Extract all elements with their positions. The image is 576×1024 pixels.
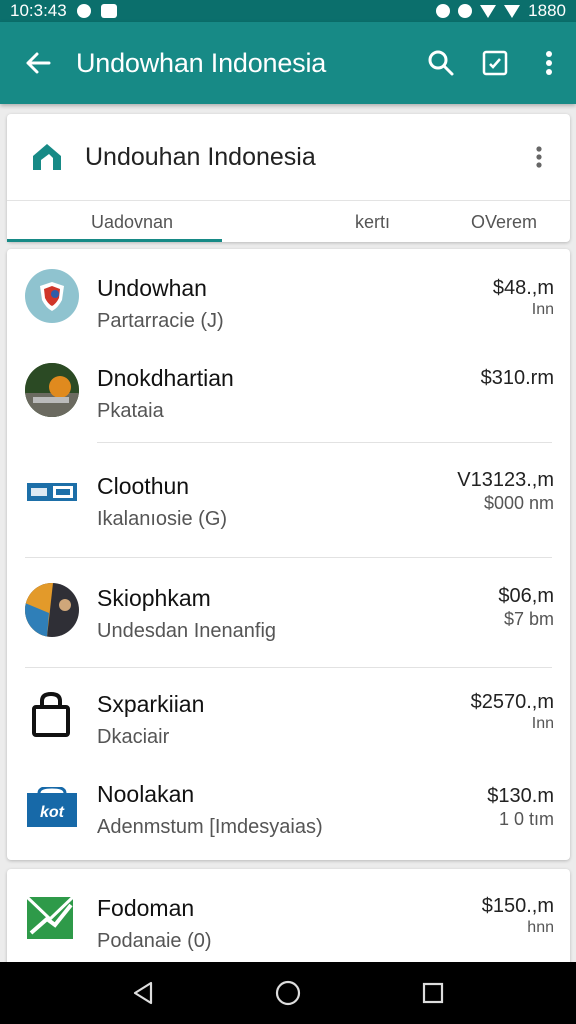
app-title: Undowhan Indonesia: [76, 47, 327, 78]
travel-avatar-icon: [25, 583, 79, 637]
list-item[interactable]: Fodoman Podanaie (0) $150.,m hnn: [7, 891, 570, 971]
bluetooth-icon: [436, 4, 451, 18]
edit-button[interactable]: [468, 22, 522, 104]
shield-avatar-icon: [25, 269, 79, 323]
search-button[interactable]: [414, 22, 468, 104]
more-options-button[interactable]: [522, 22, 576, 104]
shopping-bag-icon: [25, 689, 79, 743]
status-time: 10:3:43: [10, 1, 67, 20]
alarm-icon: [458, 4, 473, 18]
item-title: Sxparkiian: [97, 691, 205, 717]
item-title: Noolakan: [97, 781, 195, 807]
search-icon: [428, 50, 454, 76]
item-amount: $310.rm: [480, 367, 554, 389]
item-amount: $130.m: [487, 785, 554, 807]
item-title: Fodoman: [97, 895, 195, 921]
item-title: Dnokdhartian: [97, 365, 234, 391]
item-amount: $48.,m: [492, 277, 554, 299]
system-nav-bar: [0, 962, 576, 1024]
item-amount: $06,m: [498, 585, 554, 607]
brand-logo-icon: kot: [25, 787, 79, 841]
check-mail-icon: [25, 893, 75, 943]
back-button[interactable]: [0, 22, 76, 104]
item-subtitle: Undesdan Inenanfig: [97, 620, 277, 642]
item-amount-sub: Inn: [531, 715, 554, 732]
list-item[interactable]: kot Noolakan Adenmstum [Imdesyaias) $130…: [7, 779, 570, 859]
tab-1[interactable]: Uadovnan: [91, 201, 173, 243]
battery-level: 1880: [528, 1, 566, 20]
nav-home-button[interactable]: [258, 962, 318, 1024]
nav-back-button[interactable]: [113, 962, 173, 1024]
item-subtitle: Adenmstum [Imdesyaias): [97, 816, 323, 838]
edit-icon: [482, 50, 508, 76]
transactions-list: Undowhan Partarracie (J) $48.,m Inn Dnok…: [7, 249, 570, 860]
header-more-button[interactable]: [508, 114, 570, 200]
divider: [25, 667, 552, 668]
item-subtitle: Partarracie (J): [97, 310, 224, 332]
signal-icon: [504, 4, 521, 18]
item-amount: V13123.,m: [457, 469, 554, 491]
item-title: Cloothun: [97, 473, 190, 499]
more-vert-icon: [546, 51, 552, 75]
item-amount: $2570.,m: [470, 691, 554, 713]
divider: [97, 442, 552, 443]
square-recents-icon: [423, 982, 444, 1004]
list-item[interactable]: Dnokdhartian Pkataia $310.rm: [7, 363, 570, 437]
wifi-icon: [480, 4, 497, 18]
item-amount-sub: hnn: [527, 919, 554, 936]
item-title: Undowhan: [97, 275, 207, 301]
item-amount-sub: $000 nm: [483, 493, 554, 513]
item-subtitle: Pkataia: [97, 400, 164, 422]
home-logo-icon: [33, 144, 61, 170]
item-amount-sub: $7 bm: [503, 609, 554, 629]
status-bar: 10:3:43 1880: [0, 0, 576, 22]
item-subtitle: Podanaie (0): [97, 930, 212, 952]
item-amount-sub: 1 0 tım: [498, 809, 554, 829]
divider: [25, 557, 552, 558]
active-tab-indicator: [7, 239, 222, 242]
header-card: Undouhan Indonesia Uadovnan kertı OVerem: [7, 114, 570, 242]
item-amount-sub: Inn: [531, 301, 554, 318]
card-logo-icon: [25, 479, 79, 505]
item-subtitle: Ikalanıosie (G): [97, 508, 228, 530]
item-amount: $150.,m: [481, 895, 554, 917]
list-item[interactable]: Undowhan Partarracie (J) $48.,m Inn: [7, 269, 570, 349]
app-bar: Undowhan Indonesia: [0, 22, 576, 104]
tab-2[interactable]: kertı: [355, 201, 390, 243]
item-title: Skiophkam: [97, 585, 211, 611]
item-subtitle: Dkaciair: [97, 726, 170, 748]
notification-icon: [76, 4, 91, 18]
photo-avatar-icon: [25, 363, 79, 417]
tab-3[interactable]: OVerem: [471, 201, 537, 243]
list-item[interactable]: Cloothun Ikalanıosie (G) V13123.,m $000 …: [7, 469, 570, 547]
triangle-back-icon: [133, 981, 152, 1005]
nav-recents-button[interactable]: [403, 962, 463, 1024]
account-name: Undouhan Indonesia: [85, 142, 316, 171]
circle-home-icon: [275, 980, 301, 1006]
list-item[interactable]: Sxparkiian Dkaciair $2570.,m Inn: [7, 689, 570, 769]
svg-text:kot: kot: [40, 804, 65, 821]
tab-bar: Uadovnan kertı OVerem: [7, 200, 570, 242]
more-vert-icon: [536, 146, 542, 168]
list-item[interactable]: Skiophkam Undesdan Inenanfig $06,m $7 bm: [7, 581, 570, 661]
back-arrow-icon: [26, 52, 51, 74]
mail-icon: [100, 4, 117, 18]
